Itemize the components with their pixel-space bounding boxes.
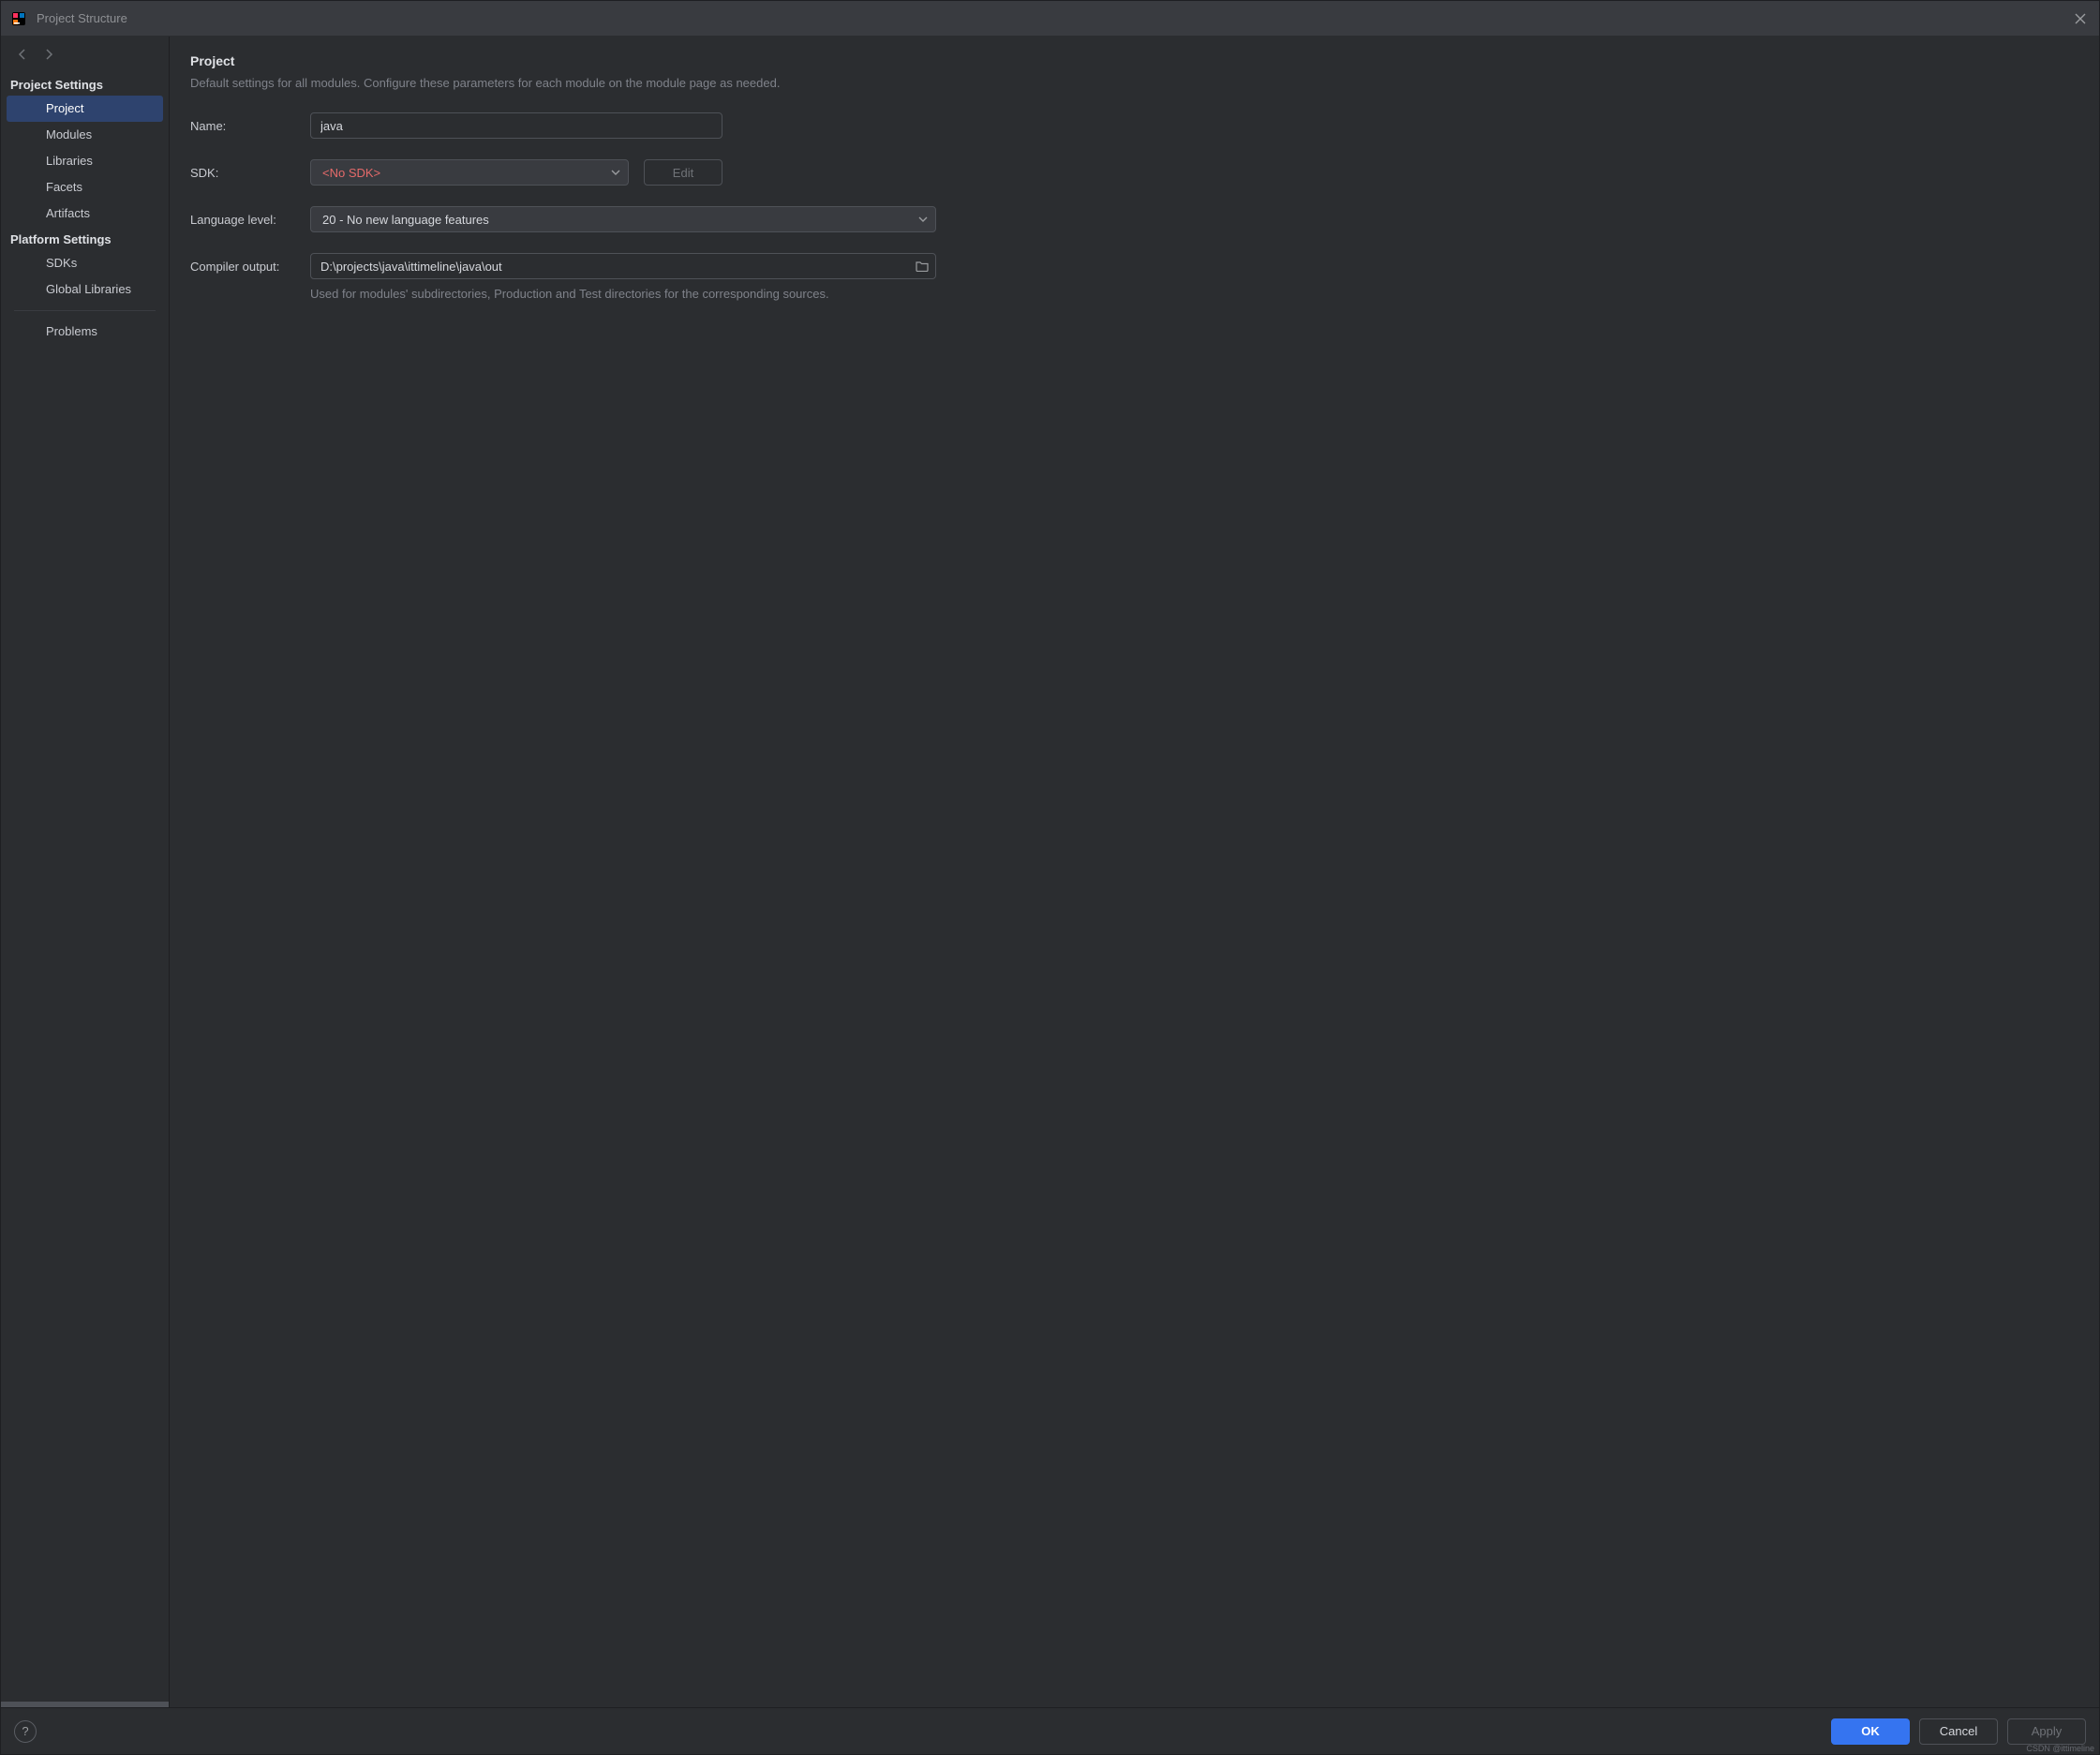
nav-history xyxy=(1,42,169,72)
sdk-edit-button[interactable]: Edit xyxy=(644,159,722,186)
label-language-level: Language level: xyxy=(190,213,310,227)
sidebar-item-sdks[interactable]: SDKs xyxy=(1,250,169,276)
dialog-body: Project Settings Project Modules Librari… xyxy=(1,37,2099,1707)
compiler-output-hint: Used for modules' subdirectories, Produc… xyxy=(310,287,2078,301)
sidebar-item-modules[interactable]: Modules xyxy=(1,122,169,148)
sidebar-item-label: SDKs xyxy=(46,256,77,270)
sidebar-item-label: Libraries xyxy=(46,154,93,168)
cancel-button[interactable]: Cancel xyxy=(1919,1718,1998,1745)
row-compiler-output: Compiler output: xyxy=(190,253,2078,279)
forward-arrow-icon[interactable] xyxy=(40,46,57,63)
project-name-input[interactable] xyxy=(310,112,722,139)
sidebar-section-platform-settings: Platform Settings xyxy=(1,227,169,250)
language-level-value: 20 - No new language features xyxy=(322,213,489,227)
close-icon[interactable] xyxy=(2071,9,2090,28)
label-compiler-output: Compiler output: xyxy=(190,260,310,274)
label-name: Name: xyxy=(190,119,310,133)
compiler-output-input[interactable] xyxy=(310,253,936,279)
chevron-down-icon xyxy=(918,215,928,224)
titlebar: Project Structure xyxy=(1,1,2099,37)
sidebar-item-libraries[interactable]: Libraries xyxy=(1,148,169,174)
compiler-output-field xyxy=(310,253,936,279)
dialog-footer: ? OK Cancel Apply xyxy=(1,1707,2099,1754)
sidebar-item-project[interactable]: Project xyxy=(7,96,163,122)
language-level-dropdown[interactable]: 20 - No new language features xyxy=(310,206,936,232)
apply-button[interactable]: Apply xyxy=(2007,1718,2086,1745)
sidebar-item-label: Global Libraries xyxy=(46,282,131,296)
sidebar-item-facets[interactable]: Facets xyxy=(1,174,169,201)
intellij-icon xyxy=(10,10,27,27)
main-panel: Project Default settings for all modules… xyxy=(170,37,2099,1707)
window-title: Project Structure xyxy=(37,11,127,25)
project-structure-dialog: Project Structure Project Settings Proje… xyxy=(0,0,2100,1755)
sidebar: Project Settings Project Modules Librari… xyxy=(1,37,170,1707)
row-sdk: SDK: <No SDK> Edit xyxy=(190,159,2078,186)
page-title: Project xyxy=(190,53,2078,68)
label-sdk: SDK: xyxy=(190,166,310,180)
sidebar-item-label: Artifacts xyxy=(46,206,90,220)
row-language-level: Language level: 20 - No new language fea… xyxy=(190,206,2078,232)
sidebar-divider xyxy=(14,310,156,311)
folder-icon[interactable] xyxy=(916,260,929,272)
ok-button[interactable]: OK xyxy=(1831,1718,1910,1745)
sidebar-item-label: Problems xyxy=(46,324,97,338)
sidebar-item-problems[interactable]: Problems xyxy=(1,319,169,345)
help-button[interactable]: ? xyxy=(14,1720,37,1743)
sidebar-item-label: Project xyxy=(46,101,83,115)
row-name: Name: xyxy=(190,112,2078,139)
sdk-dropdown-value: <No SDK> xyxy=(322,166,380,180)
page-subtitle: Default settings for all modules. Config… xyxy=(190,76,2078,90)
back-arrow-icon[interactable] xyxy=(14,46,31,63)
sidebar-section-project-settings: Project Settings xyxy=(1,72,169,96)
sidebar-item-label: Modules xyxy=(46,127,92,141)
chevron-down-icon xyxy=(611,168,620,177)
sidebar-item-artifacts[interactable]: Artifacts xyxy=(1,201,169,227)
sdk-dropdown[interactable]: <No SDK> xyxy=(310,159,629,186)
sidebar-item-label: Facets xyxy=(46,180,82,194)
sidebar-item-global-libraries[interactable]: Global Libraries xyxy=(1,276,169,303)
